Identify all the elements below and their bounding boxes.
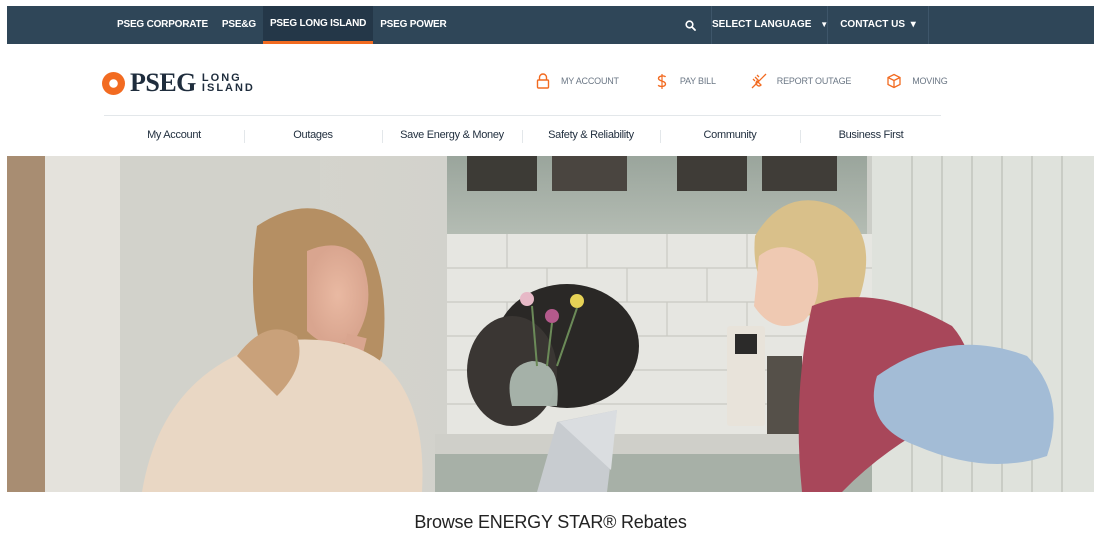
- box-icon: [885, 72, 903, 90]
- nav-outages[interactable]: Outages: [244, 116, 382, 156]
- logo-subtitle: LONG ISLAND: [201, 73, 255, 94]
- site-switcher: PSEG CORPORATE PSE&G PSEG LONG ISLAND PS…: [110, 6, 454, 44]
- report-outage-link[interactable]: REPORT OUTAGE: [750, 72, 851, 90]
- my-account-label: MY ACCOUNT: [561, 76, 619, 86]
- pay-bill-link[interactable]: PAY BILL: [653, 72, 716, 90]
- moving-link[interactable]: MOVING: [885, 72, 948, 90]
- moving-label: MOVING: [912, 76, 948, 86]
- hero-photo: [7, 156, 1094, 492]
- pay-bill-label: PAY BILL: [679, 76, 716, 86]
- pseg-logo-mark-icon: [102, 71, 125, 95]
- site-link-pseg-power[interactable]: PSEG POWER: [373, 6, 453, 44]
- page-heading: Browse ENERGY STAR® Rebates: [414, 512, 687, 532]
- quick-links: MY ACCOUNT PAY BILL REPORT OUTAGE MOVING: [534, 72, 948, 90]
- contact-us-menu[interactable]: CONTACT US ▾: [827, 6, 929, 44]
- nav-safety-reliability[interactable]: Safety & Reliability: [522, 116, 660, 156]
- language-select[interactable]: SELECT LANGUAGE ▼: [711, 6, 828, 44]
- logo-sub-line2: ISLAND: [201, 82, 255, 94]
- search-button[interactable]: [669, 6, 711, 44]
- utility-bar: PSEG CORPORATE PSE&G PSEG LONG ISLAND PS…: [7, 6, 1094, 44]
- site-link-pseg-corporate[interactable]: PSEG CORPORATE: [110, 6, 215, 44]
- logo[interactable]: PSEG LONG ISLAND: [102, 68, 255, 98]
- lock-icon: [534, 72, 552, 90]
- nav-my-account[interactable]: My Account: [104, 116, 244, 156]
- site-link-pseg-long-island[interactable]: PSEG LONG ISLAND: [262, 6, 374, 44]
- nav-business-first[interactable]: Business First: [800, 116, 942, 156]
- chevron-down-icon: ▾: [910, 19, 916, 30]
- logo-brand: PSEG: [130, 68, 196, 97]
- report-outage-label: REPORT OUTAGE: [776, 76, 852, 86]
- search-icon: [684, 19, 696, 31]
- site-link-pseg[interactable]: PSE&G: [215, 6, 263, 44]
- unplugged-icon: [750, 72, 768, 90]
- site-header: PSEG LONG ISLAND MY ACCOUNT PAY BILL REP…: [7, 44, 1094, 156]
- nav-community[interactable]: Community: [660, 116, 800, 156]
- dollar-icon: [653, 72, 671, 90]
- utility-spacer: [929, 6, 1094, 44]
- main-nav: My Account Outages Save Energy & Money S…: [104, 116, 942, 156]
- utility-links: SELECT LANGUAGE ▼ CONTACT US ▾: [669, 6, 1094, 44]
- my-account-link[interactable]: MY ACCOUNT: [534, 72, 619, 90]
- hero-illustration: [7, 156, 1094, 492]
- nav-save-energy-money[interactable]: Save Energy & Money: [382, 116, 522, 156]
- contact-label: CONTACT US: [840, 19, 905, 30]
- language-label: SELECT LANGUAGE: [712, 19, 812, 30]
